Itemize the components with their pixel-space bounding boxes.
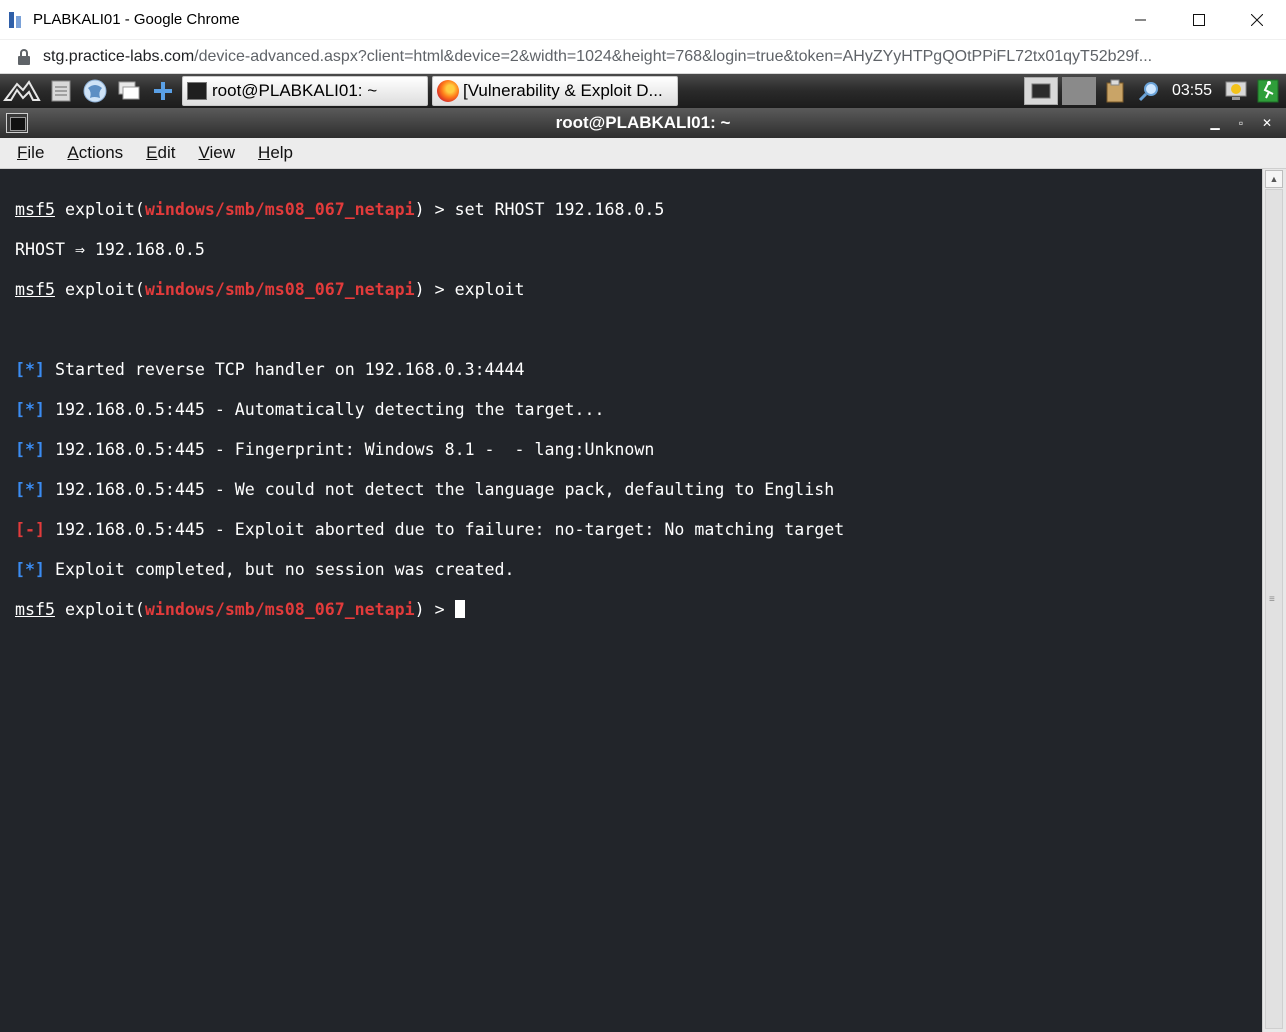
kali-dragon-icon[interactable] bbox=[2, 76, 42, 106]
terminal-output[interactable]: msf5 exploit(windows/smb/ms08_067_netapi… bbox=[0, 169, 1262, 1032]
web-browser-icon[interactable] bbox=[80, 76, 110, 106]
terminal-window-controls: ▁ ▫ ✕ bbox=[1202, 108, 1280, 138]
practice-labs-icon bbox=[7, 10, 25, 30]
clipboard-icon[interactable] bbox=[1100, 77, 1130, 105]
url-host: stg.practice-labs.com bbox=[43, 47, 195, 65]
close-icon bbox=[1251, 14, 1263, 26]
terminal-title-bar[interactable]: root@PLABKALI01: ~ ▁ ▫ ✕ bbox=[0, 108, 1286, 138]
terminal-line: [*] 192.168.0.5:445 - Fingerprint: Windo… bbox=[15, 440, 655, 459]
terminal-icon bbox=[187, 82, 207, 100]
logout-icon[interactable] bbox=[1254, 77, 1282, 105]
scroll-up-arrow-icon[interactable]: ▲ bbox=[1265, 170, 1283, 188]
workspace-2-icon[interactable] bbox=[1061, 77, 1096, 105]
terminal-prompt-line[interactable]: msf5 exploit(windows/smb/ms08_067_netapi… bbox=[15, 600, 1262, 620]
terminal-close-icon[interactable]: ✕ bbox=[1254, 116, 1280, 130]
url-path: /device-advanced.aspx?client=html&device… bbox=[194, 47, 1153, 65]
add-plus-icon[interactable] bbox=[148, 76, 178, 106]
terminal-window-title: root@PLABKALI01: ~ bbox=[555, 113, 731, 132]
taskbar-terminal-button[interactable]: root@PLABKALI01: ~ bbox=[182, 76, 428, 106]
scroll-thumb[interactable] bbox=[1265, 189, 1283, 1029]
terminal-menu-bar: File Actions Edit View Help bbox=[0, 138, 1286, 169]
terminal-restore-icon[interactable]: ▫ bbox=[1228, 116, 1254, 130]
terminal-line: [*] Exploit completed, but no session wa… bbox=[15, 560, 515, 579]
menu-edit[interactable]: Edit bbox=[146, 143, 175, 163]
terminal-line: [*] Started reverse TCP handler on 192.1… bbox=[15, 360, 525, 379]
scroll-grip-icon: ≡ bbox=[1269, 594, 1275, 605]
show-desktop-icon[interactable] bbox=[114, 76, 144, 106]
menu-actions[interactable]: Actions bbox=[67, 143, 123, 163]
minimize-icon bbox=[1135, 19, 1146, 21]
terminal-line: [-] 192.168.0.5:445 - Exploit aborted du… bbox=[15, 520, 845, 539]
search-icon[interactable] bbox=[1134, 77, 1164, 105]
terminal-scrollbar[interactable]: ▲ ≡ bbox=[1262, 169, 1286, 1032]
kali-top-panel: root@PLABKALI01: ~ [Vulnerability & Expl… bbox=[0, 74, 1286, 108]
system-tray: 03:55 bbox=[1020, 74, 1286, 108]
terminal-line: RHOST ⇒ 192.168.0.5 bbox=[15, 240, 205, 259]
terminal-line: [*] 192.168.0.5:445 - We could not detec… bbox=[15, 480, 835, 499]
firefox-icon bbox=[437, 80, 459, 102]
file-manager-icon[interactable] bbox=[46, 76, 76, 106]
terminal-line: [*] 192.168.0.5:445 - Automatically dete… bbox=[15, 400, 605, 419]
url-text[interactable]: stg.practice-labs.com/device-advanced.as… bbox=[43, 48, 1283, 66]
close-button[interactable] bbox=[1228, 0, 1286, 40]
browser-title-bar: PLABKALI01 - Google Chrome bbox=[0, 0, 1286, 40]
menu-file[interactable]: File bbox=[17, 143, 44, 163]
terminal-line: msf5 exploit(windows/smb/ms08_067_netapi… bbox=[15, 200, 665, 219]
lock-icon[interactable] bbox=[17, 48, 31, 65]
panel-clock[interactable]: 03:55 bbox=[1172, 82, 1212, 100]
window-controls bbox=[1112, 0, 1286, 40]
menu-help[interactable]: Help bbox=[258, 143, 293, 163]
taskbar-terminal-label: root@PLABKALI01: ~ bbox=[212, 81, 378, 100]
minimize-button[interactable] bbox=[1112, 0, 1170, 40]
maximize-icon bbox=[1193, 14, 1205, 26]
address-bar[interactable]: stg.practice-labs.com/device-advanced.as… bbox=[0, 40, 1286, 74]
notification-icon[interactable] bbox=[1222, 77, 1250, 105]
terminal-minimize-icon[interactable]: ▁ bbox=[1202, 116, 1228, 130]
workspace-switcher-icon[interactable] bbox=[1023, 77, 1058, 105]
taskbar-firefox-label: [Vulnerability & Exploit D... bbox=[463, 81, 663, 100]
maximize-button[interactable] bbox=[1170, 0, 1228, 40]
menu-view[interactable]: View bbox=[198, 143, 235, 163]
taskbar-firefox-button[interactable]: [Vulnerability & Exploit D... bbox=[432, 76, 678, 106]
browser-window-title: PLABKALI01 - Google Chrome bbox=[33, 11, 240, 28]
terminal-window-icon[interactable] bbox=[6, 113, 28, 133]
terminal-line: msf5 exploit(windows/smb/ms08_067_netapi… bbox=[15, 280, 525, 299]
terminal-cursor bbox=[454, 600, 465, 618]
